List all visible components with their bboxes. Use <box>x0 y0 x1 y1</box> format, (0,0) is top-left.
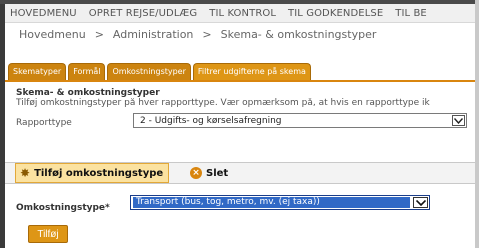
add-cost-type-action[interactable]: ✸ Tilføj omkostningstype <box>15 163 170 183</box>
close-icon: × <box>190 167 202 179</box>
report-type-select[interactable]: 2 - Udgifts- og kørselsafregning <box>133 113 467 128</box>
chevron-down-icon[interactable] <box>413 197 428 208</box>
cost-type-label: Omkostningstype* <box>16 203 110 213</box>
breadcrumb-item-current: Skema- & omkostningstyper <box>220 27 377 41</box>
breadcrumb-item-hovedmenu[interactable]: Hovedmenu <box>19 28 86 41</box>
nav-item-opret-rejse[interactable]: OPRET REJSE/UDLÆG <box>83 8 204 19</box>
tab-formaal[interactable]: Formål <box>68 63 106 80</box>
section-description: Tilføj omkostningstyper på hver rapportt… <box>16 98 430 108</box>
add-button[interactable]: Tilføj <box>28 225 68 243</box>
breadcrumb-separator: > <box>202 27 212 41</box>
top-navigation: HOVEDMENU OPRET REJSE/UDLÆG TIL KONTROL … <box>5 4 475 23</box>
tab-filtrer-udgifter[interactable]: Filtrer udgifterne på skema <box>192 63 311 80</box>
breadcrumb-item-administration[interactable]: Administration <box>113 28 194 41</box>
nav-item-til-be[interactable]: TIL BE <box>389 8 433 19</box>
section-title: Skema- & omkostningstyper <box>16 88 160 98</box>
breadcrumb: Hovedmenu > Administration > Skema- & om… <box>5 23 475 45</box>
breadcrumb-separator: > <box>94 27 104 41</box>
report-type-label: Rapporttype <box>16 118 72 128</box>
report-type-value: 2 - Udgifts- og kørselsafregning <box>140 115 282 126</box>
action-bar: ✸ Tilføj omkostningstype × Slet <box>5 162 475 184</box>
add-cost-type-label: Tilføj omkostningstype <box>34 167 164 179</box>
cost-type-select[interactable]: Transport (bus, tog, metro, mv. (ej taxa… <box>130 195 430 210</box>
chevron-down-icon[interactable] <box>452 115 465 126</box>
cost-type-value: Transport (bus, tog, metro, mv. (ej taxa… <box>133 197 410 208</box>
window-frame-right <box>475 0 479 248</box>
tab-omkostningstyper[interactable]: Omkostningstyper <box>107 63 191 80</box>
tab-bar: Skematyper Formål Omkostningstyper Filtr… <box>5 62 475 82</box>
nav-item-hovedmenu[interactable]: HOVEDMENU <box>5 8 83 19</box>
delete-action[interactable]: × Slet <box>190 163 228 183</box>
tab-skematyper[interactable]: Skematyper <box>8 63 67 80</box>
delete-label: Slet <box>206 167 229 179</box>
nav-item-til-godkendelse[interactable]: TIL GODKENDELSE <box>282 8 389 19</box>
star-icon: ✸ <box>20 166 31 180</box>
nav-item-til-kontrol[interactable]: TIL KONTROL <box>203 8 282 19</box>
